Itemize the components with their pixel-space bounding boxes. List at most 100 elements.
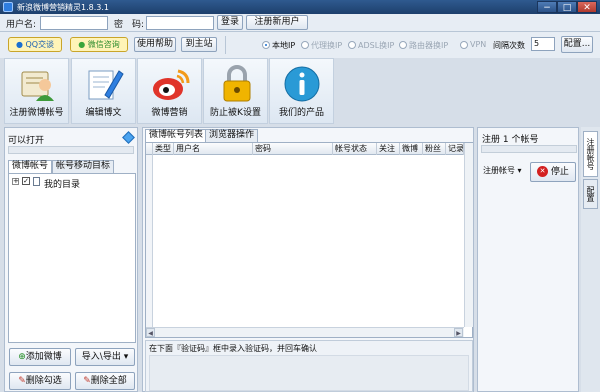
tile-edit-post-label: 编辑博文 [85, 108, 122, 118]
lock-icon [223, 65, 251, 102]
scroll-right-icon[interactable]: ▶ [454, 328, 463, 337]
tree-checkbox[interactable]: ✓ [22, 177, 30, 185]
password-field[interactable] [146, 16, 214, 30]
radio-local-ip[interactable] [262, 41, 270, 49]
qq-chat-label: QQ交谈 [25, 40, 55, 49]
grid-row-indicator [146, 143, 153, 155]
add-weibo-button[interactable]: ⊕添加微博 [9, 348, 71, 366]
delete-selected-button[interactable]: ✎删除勾选 [9, 372, 71, 390]
info-icon [284, 66, 320, 102]
tile-anti-ban-settings[interactable]: 防止被K设置 [203, 58, 268, 124]
radio-router-ip[interactable] [399, 41, 407, 49]
tab-move-target[interactable]: 帐号移动目标 [52, 160, 115, 173]
minimize-button[interactable]: − [537, 1, 557, 13]
tree-expand-icon[interactable]: + [12, 178, 19, 185]
grid-vertical-scrollbar[interactable] [464, 143, 473, 327]
qq-chat-button[interactable]: ● QQ交谈 [8, 37, 62, 52]
captcha-area: 在下面『验证码』框中录入验证码，并回车确认 [145, 340, 473, 392]
stop-button[interactable]: ✕ 停止 [530, 162, 576, 182]
grid-row-header [146, 155, 153, 327]
tile-our-products-label: 我们的产品 [278, 108, 324, 118]
add-icon: ⊕ [18, 352, 26, 362]
interval-spinner[interactable]: 5 [531, 37, 555, 51]
edit-post-icon [88, 70, 124, 100]
maximize-button[interactable]: □ [557, 1, 577, 13]
tile-register-account[interactable]: 注册微博帐号 [4, 58, 69, 124]
add-weibo-label: 添加微博 [25, 352, 62, 362]
tab-weibo-account[interactable]: 微博帐号 [8, 160, 53, 173]
stop-icon: ✕ [537, 166, 549, 177]
register-count-text: 注册 1 个帐号 [482, 135, 539, 145]
col-type[interactable]: 类型 [153, 143, 174, 155]
captcha-image-area [149, 355, 469, 391]
eraser-icon: ✎ [18, 376, 26, 386]
tile-anti-ban-settings-label: 防止被K设置 [210, 108, 261, 118]
tab-account-list[interactable]: 微博帐号列表 [145, 129, 208, 142]
tab-browser-ops[interactable]: 浏览器操作 [205, 129, 259, 142]
delete-all-button[interactable]: ✎删除全部 [75, 372, 135, 390]
col-follow[interactable]: 关注 [377, 143, 400, 155]
import-export-button[interactable]: 导入\导出 ▾ [75, 348, 135, 366]
combo-arrow-icon: ▾ [515, 166, 522, 175]
left-panel: 可以打开 微博帐号 帐号移动目标 + ✓ 我的目录 ⊕添加微博 导入\导出 ▾ … [4, 127, 138, 392]
scroll-left-icon[interactable]: ◀ [146, 328, 155, 337]
register-user-button[interactable]: 注册新用户 [246, 15, 308, 30]
stop-label: 停止 [550, 167, 569, 177]
wechat-consult-button[interactable]: ● 微信咨询 [70, 37, 128, 52]
dropdown-arrow-icon: ▾ [120, 352, 129, 362]
col-username[interactable]: 用户名 [174, 143, 253, 155]
captcha-hint: 在下面『验证码』框中录入验证码，并回车确认 [149, 344, 317, 353]
side-tab-register[interactable]: 注册帐号 [583, 131, 598, 177]
close-button[interactable]: ✕ [577, 1, 597, 13]
register-account-icon [21, 71, 54, 101]
radio-proxy-ip-label: 代理换IP [311, 41, 343, 50]
toolbar-divider [225, 36, 226, 54]
grid-horizontal-scrollbar[interactable]: ◀ ▶ [146, 327, 464, 337]
register-account-combo[interactable]: 注册帐号 ▾ [481, 164, 527, 180]
register-progress-bar [481, 145, 577, 153]
import-export-label: 导入\导出 [81, 352, 121, 362]
interval-label: 间隔次数 [493, 41, 525, 50]
help-button[interactable]: 使用帮助 [134, 37, 176, 52]
tile-weibo-marketing[interactable]: 微博营销 [137, 58, 202, 124]
radio-vpn[interactable] [460, 41, 468, 49]
status-diamond-icon [122, 131, 135, 144]
password-label: 密 码: [114, 20, 145, 30]
tile-register-account-label: 注册微博帐号 [9, 108, 64, 118]
radio-adsl-ip-label: ADSL换IP [358, 41, 395, 50]
tile-our-products[interactable]: 我们的产品 [269, 58, 334, 124]
right-panel: 注册 1 个帐号 注册帐号 ▾ ✕ 停止 [477, 127, 579, 392]
delete-selected-label: 删除勾选 [25, 376, 62, 386]
radio-adsl-ip[interactable] [348, 41, 356, 49]
register-combo-value: 注册帐号 [483, 166, 515, 175]
radio-vpn-label: VPN [470, 40, 487, 49]
title-bar: 新浪微博营销精灵1.8.3.1 − □ ✕ [0, 0, 600, 14]
col-account-status[interactable]: 帐号状态 [333, 143, 377, 155]
username-field[interactable] [40, 16, 108, 30]
grid-header: 类型 用户名 密码 帐号状态 关注 微博 粉丝 记录备 [146, 143, 464, 155]
side-tab-config[interactable]: 配置 [583, 179, 598, 209]
login-button[interactable]: 登录 [217, 15, 243, 30]
config-button[interactable]: 配置... [561, 36, 593, 53]
toolbar: ● QQ交谈 ● 微信咨询 使用帮助 到主站 本地IP 代理换IP ADSL换I… [0, 32, 600, 58]
account-tree: + ✓ 我的目录 [8, 173, 136, 343]
tree-folder-icon [33, 177, 40, 186]
col-fans[interactable]: 粉丝 [423, 143, 446, 155]
col-remark[interactable]: 记录备 [446, 143, 464, 155]
status-text: 可以打开 [8, 136, 45, 146]
radio-local-ip-label: 本地IP [272, 41, 296, 50]
radio-router-ip-label: 路由器换IP [409, 41, 449, 50]
app-icon [3, 2, 13, 12]
col-password[interactable]: 密码 [253, 143, 333, 155]
status-progress-bar [8, 146, 134, 154]
window-title: 新浪微博营销精灵1.8.3.1 [17, 3, 109, 12]
login-bar: 用户名: 密 码: 登录 注册新用户 [0, 14, 600, 32]
col-weibo[interactable]: 微博 [400, 143, 423, 155]
username-label: 用户名: [6, 20, 37, 30]
interval-value: 5 [534, 39, 540, 48]
account-grid: 类型 用户名 密码 帐号状态 关注 微博 粉丝 记录备 ◀ ▶ [145, 142, 473, 338]
radio-proxy-ip[interactable] [301, 41, 309, 49]
home-site-button[interactable]: 到主站 [181, 37, 217, 52]
tree-root-label: 我的目录 [44, 180, 81, 190]
tile-edit-post[interactable]: 编辑博文 [71, 58, 136, 124]
